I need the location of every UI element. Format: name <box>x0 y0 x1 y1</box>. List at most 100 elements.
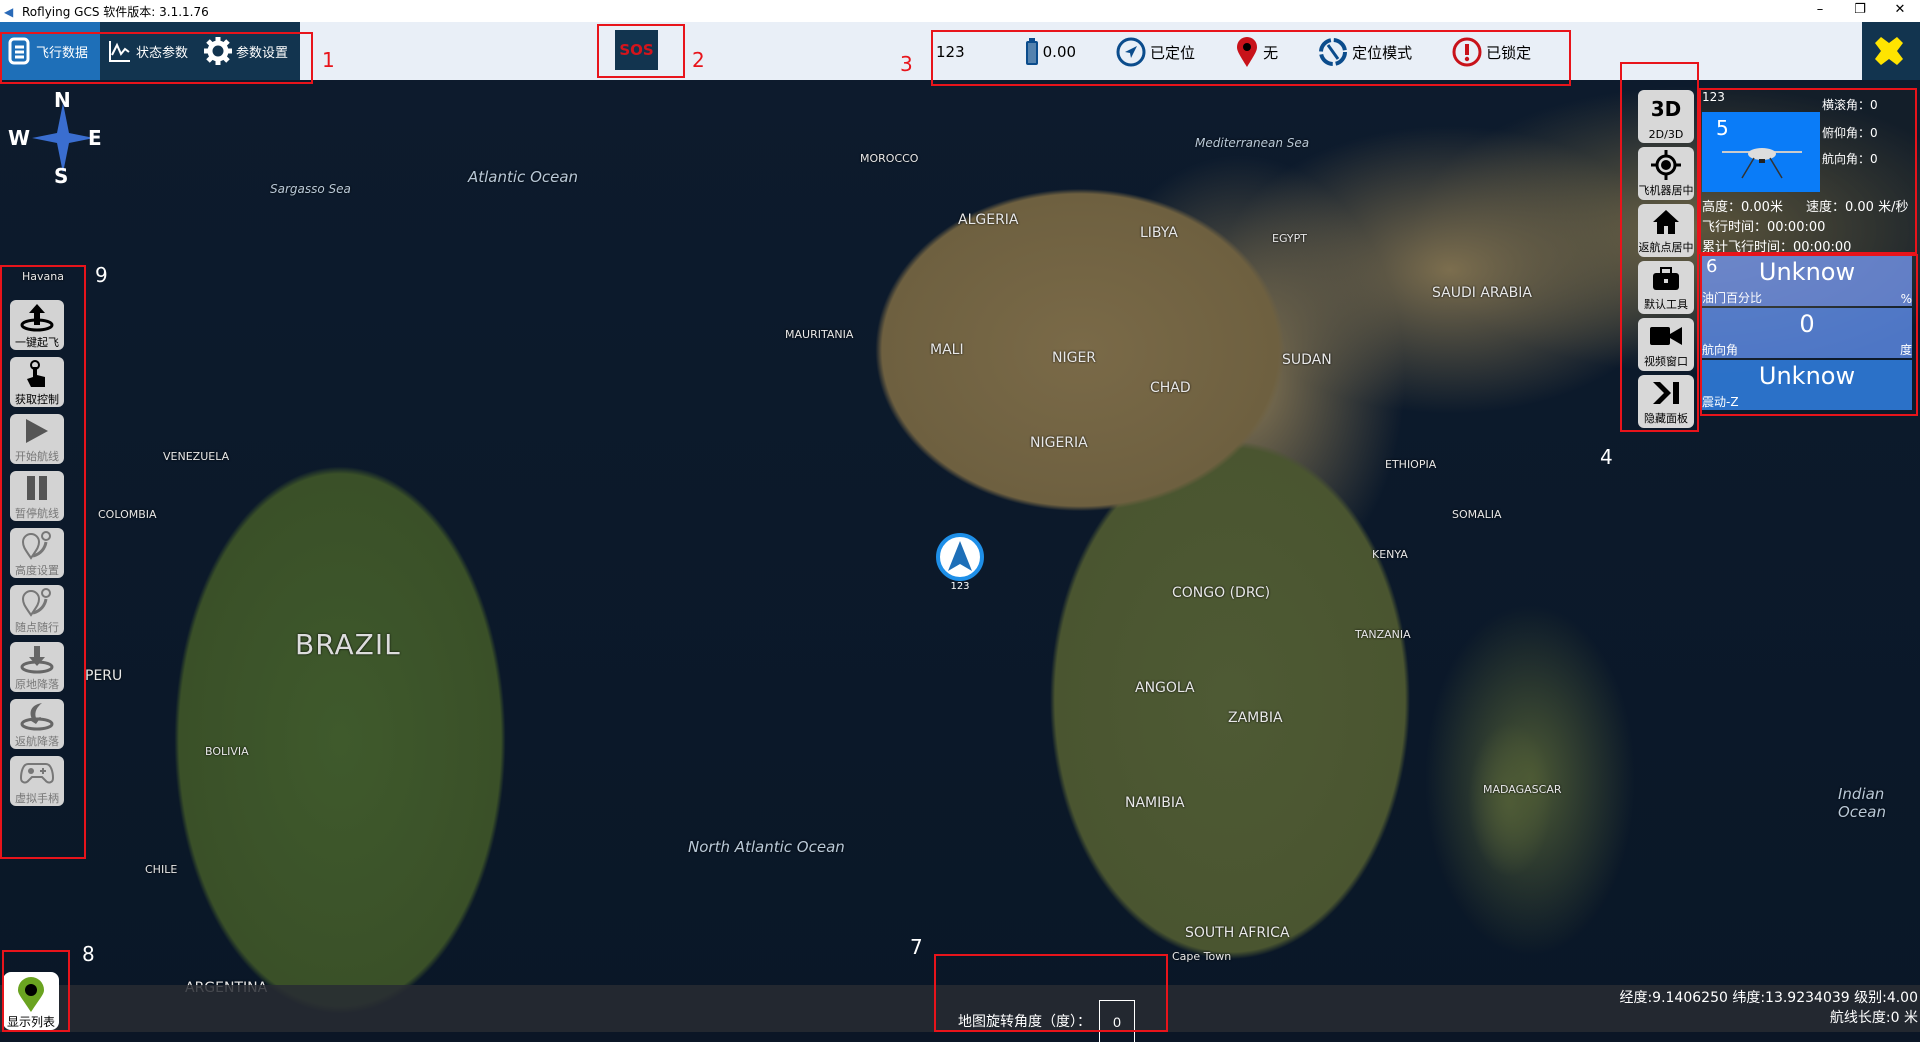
map-label: Sargasso Sea <box>270 182 351 196</box>
map-label: NIGERIA <box>1030 435 1088 451</box>
lock-status: 已锁定 <box>1452 37 1531 67</box>
aircraft-marker[interactable]: 123 <box>935 533 985 592</box>
status-bar: 123 0.00 已定位 无 定位模式 已锁定 <box>936 32 1571 72</box>
map-label: EGYPT <box>1272 232 1307 245</box>
drone-icon <box>1722 148 1802 179</box>
hide-panel-button[interactable]: 隐藏面板 <box>1638 375 1694 428</box>
3d-icon: 3D <box>1650 97 1682 121</box>
map-label: BOLIVIA <box>205 745 249 758</box>
map-label: NIGER <box>1052 350 1097 366</box>
drone-image: 5 <box>1702 112 1820 192</box>
map-label: KENYA <box>1372 548 1408 561</box>
center-home-button[interactable]: 返航点居中 <box>1638 204 1694 257</box>
close-button[interactable]: ✕ <box>1880 0 1920 22</box>
gamepad-icon <box>20 763 54 784</box>
toggle-3d-button[interactable]: 3D 2D/3D <box>1638 90 1694 143</box>
landing-icon <box>20 646 54 674</box>
takeoff-button[interactable]: 一键起飞 <box>10 300 64 350</box>
battery-status: 0.00 <box>1025 38 1076 66</box>
coordinates-readout: 经度:9.1406250 纬度:13.9234039 级别:4.00 航线长度:… <box>1619 988 1918 1028</box>
app-logo <box>1862 22 1920 80</box>
home-icon <box>1653 209 1679 234</box>
start-route-button[interactable]: 开始航线 <box>10 414 64 464</box>
tab-label: 参数设置 <box>236 45 289 61</box>
play-icon <box>26 419 48 443</box>
tab-status-params[interactable]: 状态参数 <box>100 22 196 80</box>
map-label: Cape Town <box>1172 950 1232 963</box>
region-number: 3 <box>900 52 913 76</box>
map-label: ALGERIA <box>958 212 1019 228</box>
map-label: NAMIBIA <box>1125 795 1185 811</box>
default-tools-button[interactable]: 默认工具 <box>1638 261 1694 314</box>
map-label: PERU <box>85 668 123 684</box>
flight-info-panel: 123 5 横滚角：0 俯仰角：0 航向角：0 高度：0.00米 速度：0.00… <box>1700 90 1915 255</box>
tab-param-settings[interactable]: 参数设置 <box>196 22 296 80</box>
minimize-button[interactable]: – <box>1800 0 1840 22</box>
rotation-input[interactable] <box>1099 1000 1135 1042</box>
tab-label: 飞行数据 <box>36 45 89 61</box>
follow-point-button[interactable]: 随点随行 <box>10 585 64 635</box>
follow-pin-icon <box>21 588 51 617</box>
map-pin-icon <box>1237 37 1258 67</box>
map-label: MOROCCO <box>860 152 919 165</box>
aircraft-label: 123 <box>950 581 970 592</box>
logo-icon <box>1875 37 1903 65</box>
vibration-z-gauge: Unknow 震动-Z <box>1702 360 1912 410</box>
map-label: Indian Ocean <box>1838 785 1886 821</box>
map-label: ANGOLA <box>1135 680 1195 696</box>
center-aircraft-button[interactable]: 飞机器居中 <box>1638 147 1694 200</box>
mode-icon <box>1319 38 1348 66</box>
mode-status: 定位模式 <box>1318 37 1412 67</box>
map-label: North Atlantic Ocean <box>688 838 845 856</box>
pause-route-button[interactable]: 暂停航线 <box>10 471 64 521</box>
map-label: CONGO (DRC) <box>1172 585 1271 601</box>
gear-icon <box>204 37 233 65</box>
chart-line-icon <box>109 41 130 62</box>
pause-icon <box>27 476 47 500</box>
battery-icon <box>1025 38 1038 65</box>
region-number: 8 <box>82 942 95 966</box>
tab-label: 状态参数 <box>136 45 189 61</box>
map-label: ZAMBIA <box>1228 710 1283 726</box>
altitude-pin-icon <box>21 531 51 560</box>
map-label: VENEZUELA <box>163 450 230 463</box>
region-number: 1 <box>322 48 335 72</box>
return-landing-icon <box>20 703 54 731</box>
takeoff-icon <box>20 304 54 332</box>
return-land-button[interactable]: 返航降落 <box>10 699 64 749</box>
map-rotation-control: 地图旋转角度（度）： <box>958 1000 1135 1042</box>
virtual-joystick-button[interactable]: 虚拟手柄 <box>10 756 64 806</box>
show-list-button[interactable]: 显示列表 <box>3 972 59 1030</box>
flight-time-readout: 飞行时间：00:00:00 <box>1702 220 1826 235</box>
region-number: 2 <box>692 48 705 72</box>
altitude-setting-button[interactable]: 高度设置 <box>10 528 64 578</box>
gauges-panel: Unknow 油门百分比% 6 0 航向角度 Unknow 震动-Z <box>1702 256 1912 414</box>
vehicle-id: 123 <box>936 43 965 61</box>
map-label: SAUDI ARABIA <box>1432 285 1532 301</box>
pitch-readout: 俯仰角：0 <box>1822 126 1878 140</box>
gps-status: 已定位 <box>1116 37 1195 67</box>
map-label: ETHIOPIA <box>1385 458 1437 471</box>
rotation-label: 地图旋转角度（度）： <box>958 1014 1091 1030</box>
region-number: 9 <box>95 263 108 287</box>
sos-button[interactable]: SOS <box>615 30 658 70</box>
waypoint-status: 无 <box>1235 36 1278 68</box>
title-bar: ◀ Roflying GCS 软件版本: 3.1.1.76 – ❐ ✕ <box>0 0 1920 22</box>
map-label: TANZANIA <box>1355 628 1411 641</box>
main-tabs: 飞行数据 状态参数 参数设置 <box>0 22 300 80</box>
roll-readout: 横滚角：0 <box>1822 98 1878 112</box>
map-label: SOMALIA <box>1452 508 1502 521</box>
map-label: SUDAN <box>1282 352 1332 368</box>
map-view[interactable]: Atlantic Ocean Sargasso Sea North Atlant… <box>0 80 1920 1032</box>
map-label: COLOMBIA <box>98 508 157 521</box>
aircraft-icon <box>936 533 984 581</box>
vehicle-name: 123 <box>1702 90 1725 104</box>
maximize-button[interactable]: ❐ <box>1840 0 1880 22</box>
tab-flight-data[interactable]: 飞行数据 <box>0 22 100 80</box>
land-here-button[interactable]: 原地降落 <box>10 642 64 692</box>
get-control-button[interactable]: 获取控制 <box>10 357 64 407</box>
region-number: 5 <box>1716 116 1729 140</box>
video-window-button[interactable]: 视频窗口 <box>1638 318 1694 371</box>
alert-icon <box>1452 37 1482 67</box>
region-number: 4 <box>1600 445 1613 469</box>
